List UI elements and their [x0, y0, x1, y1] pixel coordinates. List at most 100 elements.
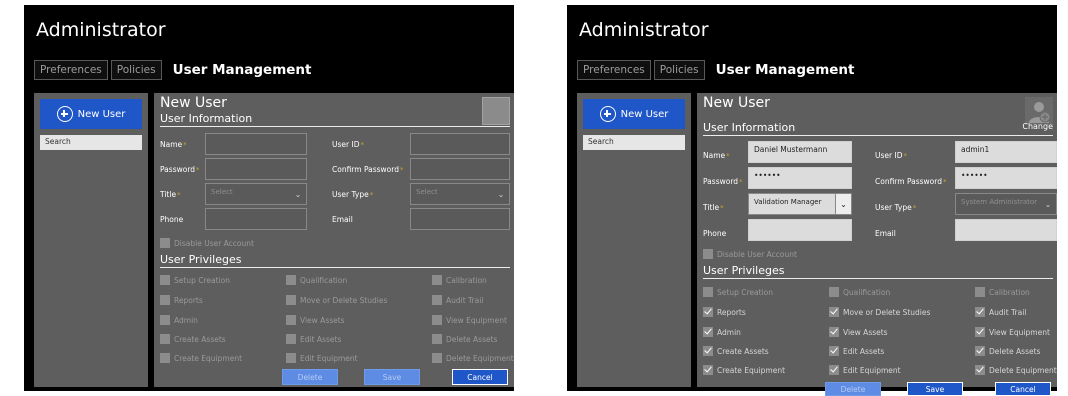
save-button[interactable]: Save	[364, 369, 420, 385]
user-id-input[interactable]	[410, 133, 510, 155]
email-input[interactable]	[955, 219, 1057, 241]
plus-circle-icon	[56, 106, 73, 122]
privilege-admin[interactable]: Admin	[160, 315, 198, 325]
password-input[interactable]	[205, 158, 307, 180]
confirm-password-input[interactable]	[410, 158, 510, 180]
tab-user-management[interactable]: User Management	[716, 60, 855, 80]
new-user-button[interactable]: New User	[40, 99, 142, 129]
privilege-admin[interactable]: Admin	[703, 327, 741, 337]
section-divider	[703, 278, 1053, 279]
privilege-audit-trail[interactable]: Audit Trail	[975, 307, 1026, 317]
privilege-create-equipment[interactable]: Create Equipment	[160, 353, 242, 363]
title-label: Title*	[703, 203, 724, 212]
delete-button[interactable]: Delete	[282, 369, 338, 385]
privilege-setup-creation[interactable]: Setup Creation	[703, 287, 773, 297]
privilege-create-assets[interactable]: Create Assets	[703, 346, 769, 356]
tab-preferences[interactable]: Preferences	[577, 60, 651, 80]
privilege-calibration[interactable]: Calibration	[975, 287, 1030, 297]
user-form-panel: New User User Information Name* User ID*…	[154, 93, 514, 387]
privilege-label: Move or Delete Studies	[300, 295, 388, 305]
confirm-password-input[interactable]: ••••••	[955, 167, 1057, 189]
email-input[interactable]	[410, 208, 510, 230]
title-select[interactable]: Validation Manager ⌄	[748, 193, 852, 215]
privilege-audit-trail[interactable]: Audit Trail	[432, 295, 483, 305]
app-title: Administrator	[36, 19, 166, 41]
checkbox-box	[160, 334, 170, 344]
privilege-edit-assets[interactable]: Edit Assets	[286, 334, 341, 344]
privilege-label: Delete Assets	[446, 334, 498, 344]
privilege-edit-equipment[interactable]: Edit Equipment	[286, 353, 358, 363]
user-type-select: System Administrator ⌄	[955, 193, 1057, 215]
checkbox-checked-icon	[975, 365, 985, 375]
title-select[interactable]: Select ⌄	[205, 183, 307, 205]
search-input[interactable]: Search	[40, 135, 142, 150]
add-user-photo-icon	[1029, 102, 1051, 123]
password-input[interactable]: ••••••	[748, 167, 852, 189]
privilege-delete-assets[interactable]: Delete Assets	[432, 334, 497, 344]
tab-bar: Preferences Policies User Management	[577, 59, 858, 81]
phone-input[interactable]	[748, 219, 852, 241]
delete-button[interactable]: Delete	[825, 382, 881, 396]
privilege-qualification[interactable]: Qualification	[286, 275, 347, 285]
user-form-panel: New User User Information Change Name* D…	[697, 93, 1057, 396]
checkbox-box	[160, 238, 170, 248]
privilege-move-delete-studies[interactable]: Move or Delete Studies	[286, 295, 387, 305]
privilege-label: Create Assets	[174, 334, 226, 344]
privilege-move-delete-studies[interactable]: Move or Delete Studies	[829, 307, 930, 317]
privilege-create-assets[interactable]: Create Assets	[160, 334, 226, 344]
privilege-create-equipment[interactable]: Create Equipment	[703, 365, 785, 375]
privilege-label: Qualification	[300, 275, 348, 285]
user-id-input[interactable]: admin1	[955, 141, 1057, 163]
privilege-label: Admin	[174, 315, 198, 325]
privilege-edit-equipment[interactable]: Edit Equipment	[829, 365, 901, 375]
privilege-view-assets[interactable]: View Assets	[286, 315, 345, 325]
tab-user-management[interactable]: User Management	[173, 60, 312, 80]
privilege-reports[interactable]: Reports	[160, 295, 203, 305]
change-photo-link[interactable]: Change	[1022, 122, 1053, 131]
privilege-view-equipment[interactable]: View Equipment	[432, 315, 507, 325]
email-label: Email	[875, 229, 896, 238]
user-id-label: User ID*	[875, 151, 907, 160]
search-input[interactable]: Search	[583, 135, 685, 150]
checkbox-checked-icon	[975, 327, 985, 337]
cancel-button[interactable]: Cancel	[995, 382, 1051, 396]
phone-label: Phone	[160, 215, 184, 224]
privilege-calibration[interactable]: Calibration	[432, 275, 487, 285]
phone-input[interactable]	[205, 208, 307, 230]
privilege-view-assets[interactable]: View Assets	[829, 327, 888, 337]
privilege-reports[interactable]: Reports	[703, 307, 746, 317]
privilege-delete-assets[interactable]: Delete Assets	[975, 346, 1040, 356]
new-user-button[interactable]: New User	[583, 99, 685, 129]
privilege-label: Audit Trail	[446, 295, 484, 305]
privilege-view-equipment[interactable]: View Equipment	[975, 327, 1050, 337]
disable-account-checkbox[interactable]: Disable User Account	[703, 249, 797, 259]
name-input[interactable]	[205, 133, 307, 155]
save-button[interactable]: Save	[907, 382, 963, 396]
confirm-password-label: Confirm Password*	[875, 177, 947, 186]
add-photo-icon[interactable]	[1025, 97, 1053, 125]
tab-preferences[interactable]: Preferences	[34, 60, 108, 80]
checkbox-box	[286, 295, 296, 305]
user-type-select[interactable]: Select ⌄	[410, 183, 510, 205]
tab-policies[interactable]: Policies	[653, 60, 705, 80]
privilege-qualification[interactable]: Qualification	[829, 287, 890, 297]
name-input[interactable]: Daniel Mustermann	[748, 141, 852, 163]
panel-title: New User	[703, 95, 770, 111]
admin-screen-empty: Administrator Preferences Policies User …	[24, 5, 514, 391]
cancel-button[interactable]: Cancel	[452, 369, 508, 385]
disable-account-checkbox[interactable]: Disable User Account	[160, 238, 254, 248]
privilege-delete-equipment[interactable]: Delete Equipment	[975, 365, 1057, 375]
checkbox-box	[160, 315, 170, 325]
privilege-edit-assets[interactable]: Edit Assets	[829, 346, 884, 356]
privilege-label: Create Equipment	[174, 353, 243, 363]
user-id-label: User ID*	[332, 140, 364, 149]
chevron-down-icon: ⌄	[294, 189, 302, 199]
user-photo-placeholder[interactable]	[482, 97, 510, 125]
privilege-label: Reports	[174, 295, 203, 305]
user-type-select-value: Select	[416, 188, 438, 196]
tab-policies[interactable]: Policies	[110, 60, 162, 80]
checkbox-checked-icon	[829, 346, 839, 356]
privilege-setup-creation[interactable]: Setup Creation	[160, 275, 230, 285]
checkbox-checked-icon	[975, 346, 985, 356]
privilege-delete-equipment[interactable]: Delete Equipment	[432, 353, 514, 363]
